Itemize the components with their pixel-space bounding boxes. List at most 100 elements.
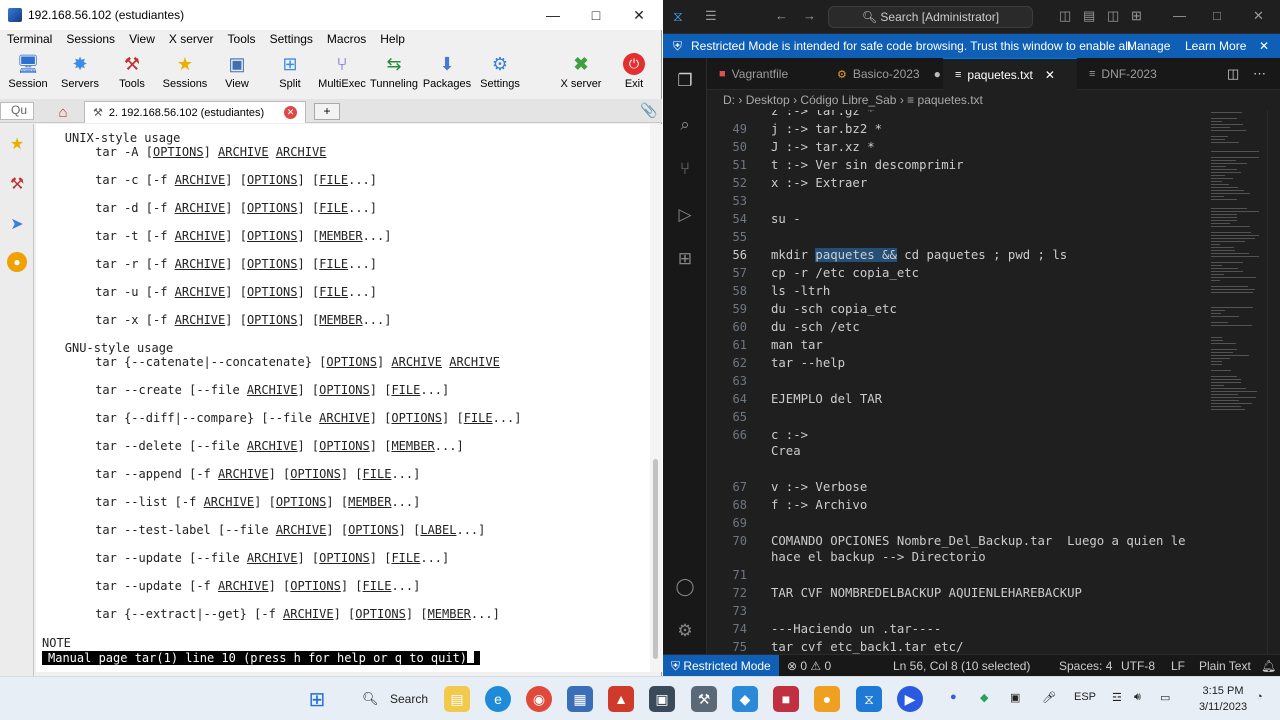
servers-button[interactable]: ✸ Servers bbox=[52, 50, 108, 96]
quick-connect-input[interactable]: Qu bbox=[0, 102, 34, 120]
breadcrumb-item[interactable]: D: bbox=[723, 93, 735, 107]
battery-icon[interactable]: ▭ bbox=[1160, 691, 1170, 704]
attachment-icon[interactable]: 📎 bbox=[640, 102, 657, 119]
store-icon[interactable]: ▦ bbox=[567, 686, 593, 712]
macro-icon[interactable]: ● bbox=[7, 252, 27, 272]
maximize-icon[interactable]: □ bbox=[1213, 8, 1221, 23]
microphone-icon[interactable]: 🎤︎ bbox=[1042, 691, 1056, 704]
mobaxterm-taskbar-icon[interactable]: ⚒ bbox=[691, 686, 717, 712]
tab-basico-2023[interactable]: ⚙ Basico-2023 ● bbox=[825, 58, 943, 90]
back-arrow-icon[interactable]: ← bbox=[775, 8, 788, 23]
taskbar-search[interactable]: 🔍︎ Search bbox=[352, 685, 428, 713]
cursor-position-status[interactable]: Ln 56, Col 8 (10 selected) bbox=[893, 655, 1030, 677]
menu-x-server[interactable]: X server bbox=[162, 30, 221, 48]
edge-icon[interactable]: e bbox=[485, 686, 511, 712]
file-explorer-icon[interactable]: ▤ bbox=[444, 686, 470, 712]
menu-macros[interactable]: Macros bbox=[320, 30, 373, 48]
language-indicator[interactable]: ESP bbox=[1074, 691, 1096, 703]
gear-icon[interactable]: ⚙ bbox=[674, 620, 696, 642]
toggle-secondary-sidebar-icon[interactable]: ◫ bbox=[1107, 8, 1119, 24]
app-icon[interactable]: ▲ bbox=[608, 686, 634, 712]
run-debug-icon[interactable]: ▷ bbox=[674, 204, 696, 226]
close-banner-icon[interactable]: ✕ bbox=[1259, 34, 1269, 58]
minimize-icon[interactable]: — bbox=[532, 0, 574, 30]
menu-settings[interactable]: Settings bbox=[263, 30, 320, 48]
encoding-status[interactable]: UTF-8 bbox=[1121, 655, 1155, 677]
notification-icon[interactable]: ◔ bbox=[1256, 691, 1263, 703]
language-status[interactable]: Plain Text bbox=[1199, 655, 1251, 677]
virtualbox-icon[interactable]: ▣ bbox=[649, 686, 675, 712]
code-editor[interactable]: z :-> tar.gz * 49 j :-> tar.bz2 * 50 J :-> t… bbox=[707, 110, 1207, 654]
scrollbar-thumb[interactable] bbox=[653, 459, 658, 659]
tab-dnf-2023[interactable]: ≡ DNF-2023 bbox=[1077, 58, 1187, 90]
exit-button[interactable]: ⏻ Exit bbox=[606, 50, 662, 96]
learn-more-link[interactable]: Learn More bbox=[1185, 34, 1246, 58]
app-icon[interactable]: ● bbox=[814, 686, 840, 712]
star-icon[interactable]: ★ bbox=[7, 134, 27, 154]
explorer-icon[interactable]: ❐ bbox=[674, 70, 696, 92]
split-button[interactable]: ⊞ Split bbox=[262, 50, 318, 96]
packages-button[interactable]: ⬇ Packages bbox=[419, 50, 475, 96]
home-tab[interactable]: ⌂ bbox=[48, 101, 78, 123]
search-icon[interactable]: ⌕ bbox=[674, 114, 696, 136]
problems-status[interactable]: ⊗ 0 ⚠ 0 bbox=[787, 655, 831, 677]
indentation-status[interactable]: Spaces: 4 bbox=[1059, 655, 1112, 677]
tray-app-icon[interactable]: ◆ bbox=[980, 691, 988, 704]
new-tab-button[interactable]: + bbox=[314, 103, 340, 120]
menu-sessions[interactable]: Sessions bbox=[59, 30, 122, 48]
tray-app-icon[interactable]: ▣ bbox=[1010, 691, 1020, 704]
menu-tools[interactable]: Tools bbox=[221, 30, 263, 48]
menu-terminal[interactable]: Terminal bbox=[0, 30, 59, 48]
manage-link[interactable]: Manage bbox=[1127, 34, 1170, 58]
session-button[interactable]: 🖥 Session bbox=[0, 50, 56, 96]
tab-paquetes-txt[interactable]: ≡ paquetes.txt ✕ bbox=[943, 58, 1077, 90]
tray-app-icon[interactable]: ● bbox=[950, 691, 957, 703]
tunneling-button[interactable]: ⇆ Tunneling bbox=[366, 50, 422, 96]
maximize-icon[interactable]: □ bbox=[575, 0, 617, 30]
restricted-mode-status[interactable]: ⛨ Restricted Mode bbox=[663, 655, 779, 677]
view-button[interactable]: ▣ View bbox=[209, 50, 265, 96]
toggle-sidebar-icon[interactable]: ◫ bbox=[1059, 8, 1071, 24]
close-icon[interactable]: ✕ bbox=[1253, 8, 1264, 24]
windows-start-icon[interactable]: ⊞ bbox=[304, 686, 330, 712]
tools-icon[interactable]: ⚒ bbox=[7, 174, 27, 194]
tools-button[interactable]: ⚒ Tools bbox=[104, 50, 160, 96]
app-icon[interactable]: ◆ bbox=[732, 686, 758, 712]
vscode-taskbar-icon[interactable]: ⧖ bbox=[856, 686, 882, 712]
layout-icon[interactable]: ⊞ bbox=[1131, 8, 1142, 24]
chrome-icon[interactable]: ◉ bbox=[526, 686, 552, 712]
menu-icon[interactable]: ☰ bbox=[705, 8, 717, 24]
wifi-icon[interactable]: ☲ bbox=[1112, 691, 1122, 704]
command-search[interactable]: 🔍︎ Search [Administrator] bbox=[828, 6, 1033, 28]
close-tab-icon[interactable]: ✕ bbox=[284, 106, 297, 119]
extensions-icon[interactable]: ⊞ bbox=[674, 248, 696, 270]
minimap[interactable] bbox=[1207, 110, 1267, 654]
settings-button[interactable]: ⚙ Settings bbox=[472, 50, 528, 96]
breadcrumb-item[interactable]: paquetes.txt bbox=[918, 93, 983, 107]
session-tab[interactable]: ⚒ 2. 192.168.56.102 (estudiantes) ✕ bbox=[84, 101, 306, 123]
clock[interactable]: 3:15 PM 3/11/2023 bbox=[1196, 683, 1250, 715]
eol-status[interactable]: LF bbox=[1171, 655, 1185, 677]
menu-help[interactable]: Help bbox=[373, 30, 412, 48]
close-tab-icon[interactable]: ✕ bbox=[1045, 68, 1055, 82]
more-actions-icon[interactable]: ⋯ bbox=[1253, 66, 1266, 82]
account-icon[interactable]: ◯ bbox=[674, 576, 696, 598]
split-editor-icon[interactable]: ◫ bbox=[1227, 66, 1239, 82]
forward-arrow-icon[interactable]: → bbox=[803, 8, 816, 23]
source-control-icon[interactable]: ⑂ bbox=[674, 158, 696, 180]
sessions-button[interactable]: ★ Sessions bbox=[157, 50, 213, 96]
notifications-icon[interactable]: 🔔︎ bbox=[1261, 655, 1276, 677]
toggle-panel-icon[interactable]: ▤ bbox=[1083, 8, 1095, 24]
multiexec-button[interactable]: ⑂ MultiExec bbox=[314, 50, 370, 96]
volume-icon[interactable]: 🔊︎ bbox=[1134, 691, 1141, 704]
terminal-scrollbar[interactable] bbox=[650, 124, 662, 672]
editor-scrollbar[interactable] bbox=[1267, 110, 1280, 654]
tab-vagrantfile[interactable]: ■ Vagrantfile bbox=[707, 58, 825, 90]
x-server-button[interactable]: ✖ X server bbox=[553, 50, 609, 96]
breadcrumb-item[interactable]: Código Libre_Sab bbox=[800, 93, 896, 107]
minimize-icon[interactable]: — bbox=[1173, 8, 1186, 23]
menu-view[interactable]: View bbox=[122, 30, 162, 48]
app-icon[interactable]: ■ bbox=[773, 686, 799, 712]
breadcrumb-item[interactable]: Desktop bbox=[746, 93, 790, 107]
send-icon[interactable]: ➤ bbox=[7, 214, 27, 234]
